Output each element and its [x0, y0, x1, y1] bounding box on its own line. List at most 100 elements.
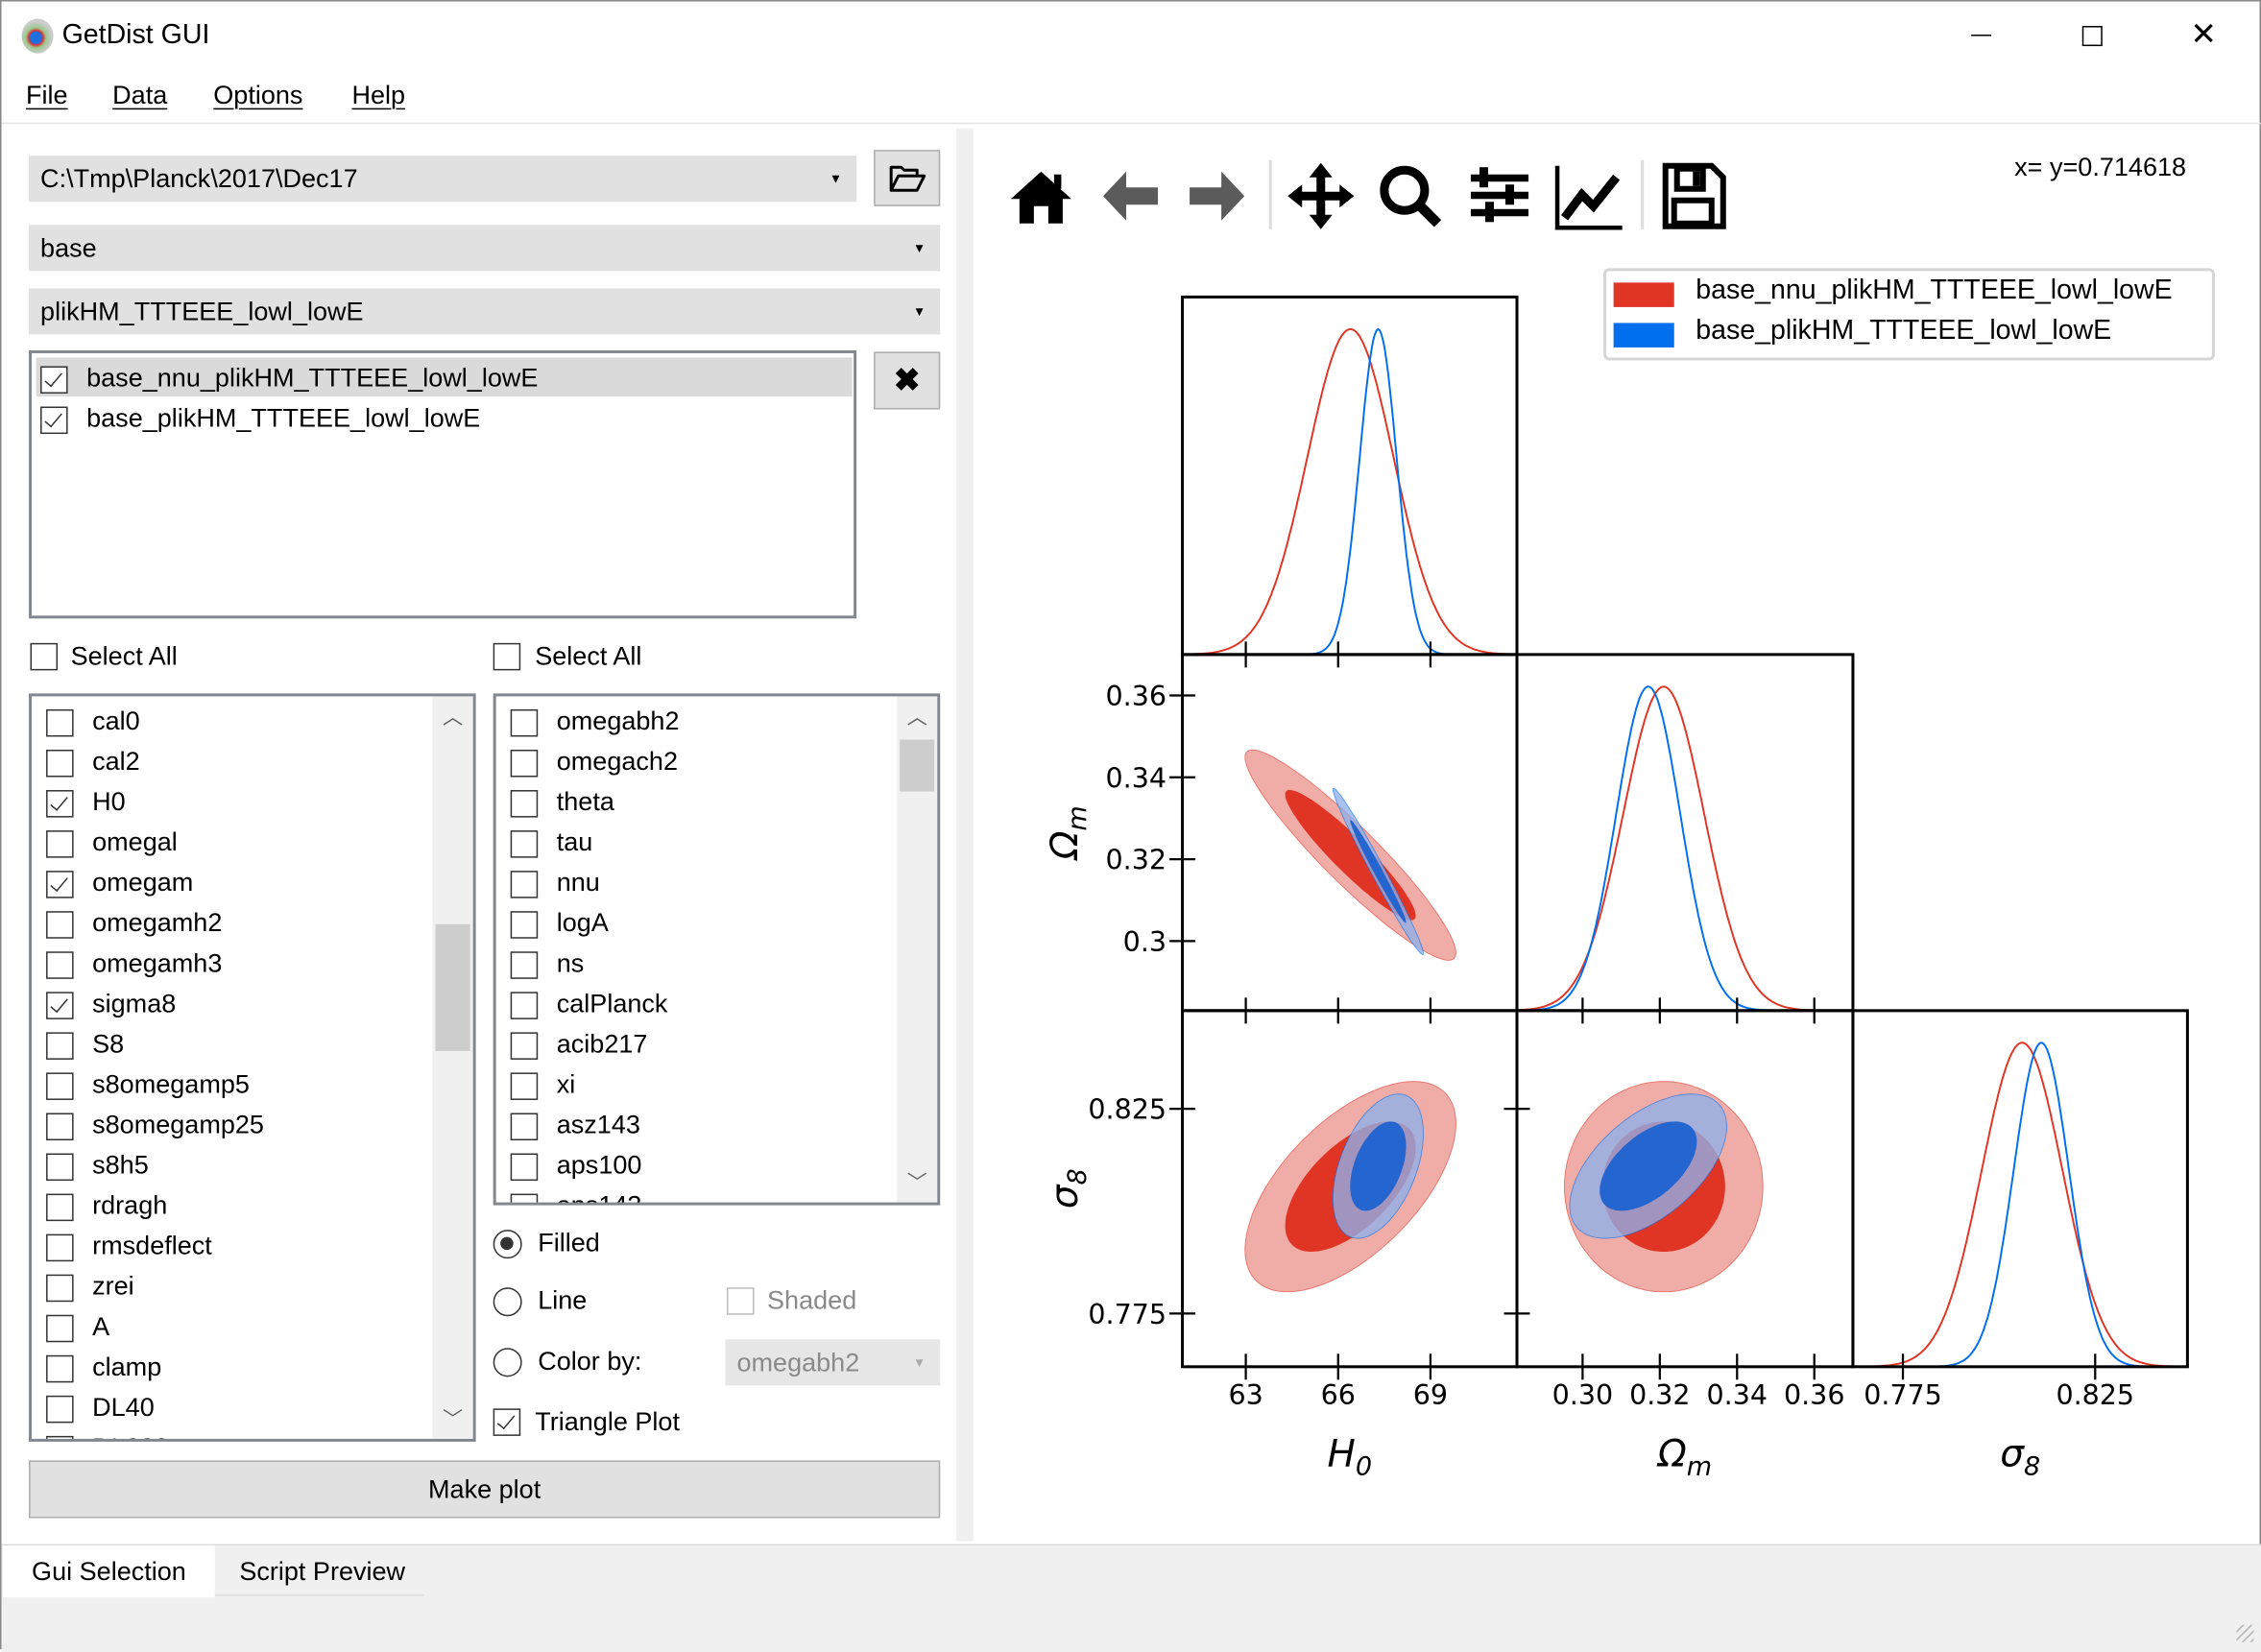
param-checkbox[interactable]: [510, 708, 539, 737]
param-checkbox[interactable]: [510, 749, 539, 778]
menu-file[interactable]: File: [26, 81, 68, 111]
remove-chain-button[interactable]: ✖: [874, 351, 941, 410]
tab-script-preview[interactable]: Script Preview: [214, 1548, 424, 1596]
tab-gui-selection[interactable]: Gui Selection: [3, 1545, 215, 1598]
scrollbar-thumb[interactable]: [435, 923, 470, 1051]
y-params-list[interactable]: aps143 aps100 asz143 xi acib217 calPlanck ns lo…: [493, 693, 941, 1206]
axis-label-main: σ: [2000, 1432, 2025, 1475]
close-icon[interactable]: ✕: [2190, 16, 2217, 54]
back-arrow-icon[interactable]: [1094, 160, 1167, 232]
forward-arrow-icon[interactable]: [1181, 160, 1253, 232]
panel-2d-H0-sigma8: [1244, 1081, 1456, 1293]
y-params-scrollbar[interactable]: ︿ ﹀: [897, 696, 938, 1203]
menu-options[interactable]: Options: [213, 81, 302, 111]
x-tick-label: 0.775: [1864, 1379, 1942, 1411]
scroll-down-icon[interactable]: ﹀: [897, 1168, 937, 1197]
param-checkbox[interactable]: [510, 830, 539, 858]
param-label: acib217: [556, 1029, 648, 1059]
subplots-config-icon[interactable]: [1465, 160, 1537, 232]
param-checkbox[interactable]: [46, 708, 74, 737]
color-by-combo[interactable]: omegabh2 ▼: [725, 1339, 941, 1386]
maximize-icon[interactable]: [2081, 26, 2103, 47]
color-by-radio[interactable]: [493, 1348, 522, 1377]
param-checkbox[interactable]: [46, 871, 74, 898]
menu-help[interactable]: Help: [351, 81, 405, 111]
param-checkbox[interactable]: [46, 1153, 74, 1182]
param-checkbox[interactable]: [510, 951, 539, 979]
triangle-plot-checkbox[interactable]: [493, 1408, 521, 1436]
dropdown-arrow-icon: ▼: [912, 240, 926, 255]
edit-axes-icon[interactable]: [1553, 160, 1625, 232]
param-checkbox[interactable]: [510, 1153, 539, 1182]
param-label: omegabh2: [556, 706, 680, 735]
save-icon[interactable]: [1657, 160, 1729, 232]
param-label: DL40: [92, 1392, 155, 1422]
zoom-magnifier-icon[interactable]: [1374, 160, 1446, 232]
panel-frame: [1851, 1009, 2189, 1369]
param-checkbox[interactable]: [46, 1233, 74, 1262]
minimize-icon[interactable]: [1971, 35, 1992, 36]
shaded-checkbox[interactable]: [726, 1287, 755, 1315]
param-checkbox[interactable]: [46, 1314, 74, 1343]
scroll-up-icon[interactable]: ︿: [433, 702, 473, 730]
panel-2d-omegam-sigma8: [1563, 1081, 1764, 1293]
param-checkbox[interactable]: [510, 1072, 539, 1100]
param-checkbox[interactable]: [46, 1395, 74, 1424]
param-checkbox[interactable]: [510, 1032, 539, 1060]
param-checkbox[interactable]: [46, 1072, 74, 1100]
data-combo[interactable]: plikHM_TTTEEE_lowl_lowE ▼: [29, 288, 941, 335]
param-checkbox[interactable]: [46, 911, 74, 939]
home-icon[interactable]: [1005, 160, 1077, 232]
param-checkbox[interactable]: [510, 1113, 539, 1141]
param-checkbox[interactable]: [46, 1193, 74, 1222]
select-all-x-checkbox[interactable]: [30, 642, 59, 671]
x-axis-label-omegam: Ωm: [1656, 1432, 1712, 1481]
triangle-plot[interactable]: 63 66 69H00.30 0.32 0.34 0.36Ωm0.775 0.825σ80.…: [1011, 261, 2251, 1530]
param-checkbox[interactable]: [510, 871, 539, 898]
param-label: DL220: [92, 1433, 169, 1439]
line-radio[interactable]: [493, 1287, 522, 1317]
splitter-handle[interactable]: [955, 128, 974, 1542]
y-tick-label: 0.775: [1088, 1299, 1167, 1330]
param-label: omegam: [92, 868, 194, 898]
model-combo[interactable]: base ▼: [29, 225, 941, 272]
menu-data[interactable]: Data: [112, 81, 167, 111]
param-label: xi: [556, 1069, 576, 1099]
param-checkbox[interactable]: [46, 1032, 74, 1060]
make-plot-button[interactable]: Make plot: [29, 1460, 941, 1519]
param-checkbox[interactable]: [510, 992, 539, 1019]
param-checkbox[interactable]: [510, 790, 539, 818]
chains-list[interactable]: base_nnu_plikHM_TTTEEE_lowl_lowE base_pl…: [29, 349, 857, 619]
param-checkbox[interactable]: [46, 749, 74, 778]
param-checkbox[interactable]: [46, 1354, 74, 1383]
param-checkbox[interactable]: [510, 1193, 539, 1203]
select-all-y-checkbox[interactable]: [493, 642, 521, 671]
pan-move-icon[interactable]: [1285, 160, 1357, 232]
param-checkbox[interactable]: [46, 992, 74, 1019]
param-checkbox[interactable]: [46, 1435, 74, 1439]
param-checkbox[interactable]: [46, 790, 74, 818]
param-checkbox[interactable]: [46, 1274, 74, 1303]
red-marginal-H0: [1182, 328, 1518, 656]
param-checkbox[interactable]: [46, 1113, 74, 1141]
x-params-scrollbar[interactable]: ︿ ﹀: [432, 696, 473, 1439]
tab-label: Script Preview: [239, 1557, 406, 1587]
param-checkbox[interactable]: [46, 951, 74, 979]
resize-grip-icon[interactable]: [2236, 1624, 2254, 1642]
make-plot-label: Make plot: [428, 1473, 541, 1503]
chain-checkbox[interactable]: [40, 406, 68, 435]
scrollbar-thumb[interactable]: [900, 739, 935, 792]
directory-combo[interactable]: C:\Tmp\Planck\2017\Dec17 ▼: [29, 156, 857, 203]
chain-checkbox[interactable]: [40, 366, 68, 395]
x-tick-label: 63: [1228, 1379, 1263, 1411]
x-params-list[interactable]: DL220 DL40 clamp Azrei rmsdeflect rdragh s8h5 s…: [29, 693, 476, 1442]
scroll-down-icon[interactable]: ﹀: [433, 1404, 473, 1433]
param-label: calPlanck: [556, 989, 668, 1018]
folder-open-icon: [889, 164, 926, 192]
open-folder-button[interactable]: [874, 150, 941, 206]
scroll-up-icon[interactable]: ︿: [897, 702, 937, 730]
param-checkbox[interactable]: [46, 830, 74, 858]
filled-radio[interactable]: [493, 1230, 522, 1259]
param-checkbox[interactable]: [510, 911, 539, 939]
param-label: cal2: [92, 746, 140, 777]
